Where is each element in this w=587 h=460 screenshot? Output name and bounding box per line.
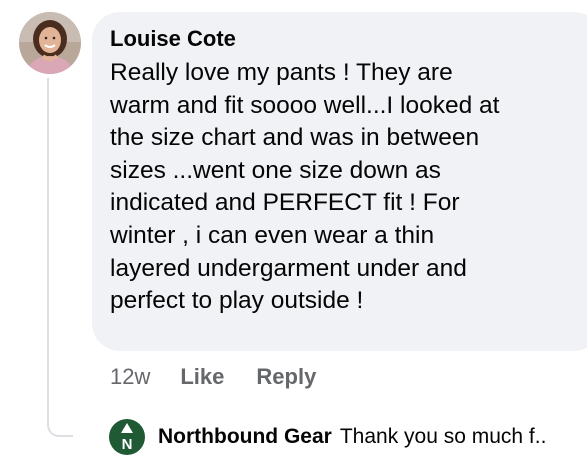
reply-text: Thank you so much f.. xyxy=(339,425,547,448)
reply-button[interactable]: Reply xyxy=(256,364,316,390)
reply-preview[interactable]: N Northbound Gear Thank you so much f.. xyxy=(108,418,587,456)
comment-actions: 12w Like Reply xyxy=(110,362,316,392)
like-button[interactable]: Like xyxy=(180,364,224,390)
reply-author[interactable]: Northbound Gear xyxy=(158,425,332,449)
comment-timestamp[interactable]: 12w xyxy=(110,364,150,390)
comment-bubble: Louise Cote Really love my pants ! They … xyxy=(92,12,587,351)
comment-thread: Louise Cote Really love my pants ! They … xyxy=(0,0,587,460)
brand-logo[interactable]: N xyxy=(108,418,146,456)
logo-letter: N xyxy=(122,436,133,453)
comment-author[interactable]: Louise Cote xyxy=(110,24,584,54)
avatar[interactable] xyxy=(19,12,81,74)
user-photo-icon xyxy=(19,12,81,74)
thread-connector xyxy=(47,78,73,437)
northbound-logo-icon: N xyxy=(109,419,145,455)
comment-text: Really love my pants ! They are warm and… xyxy=(110,59,500,315)
